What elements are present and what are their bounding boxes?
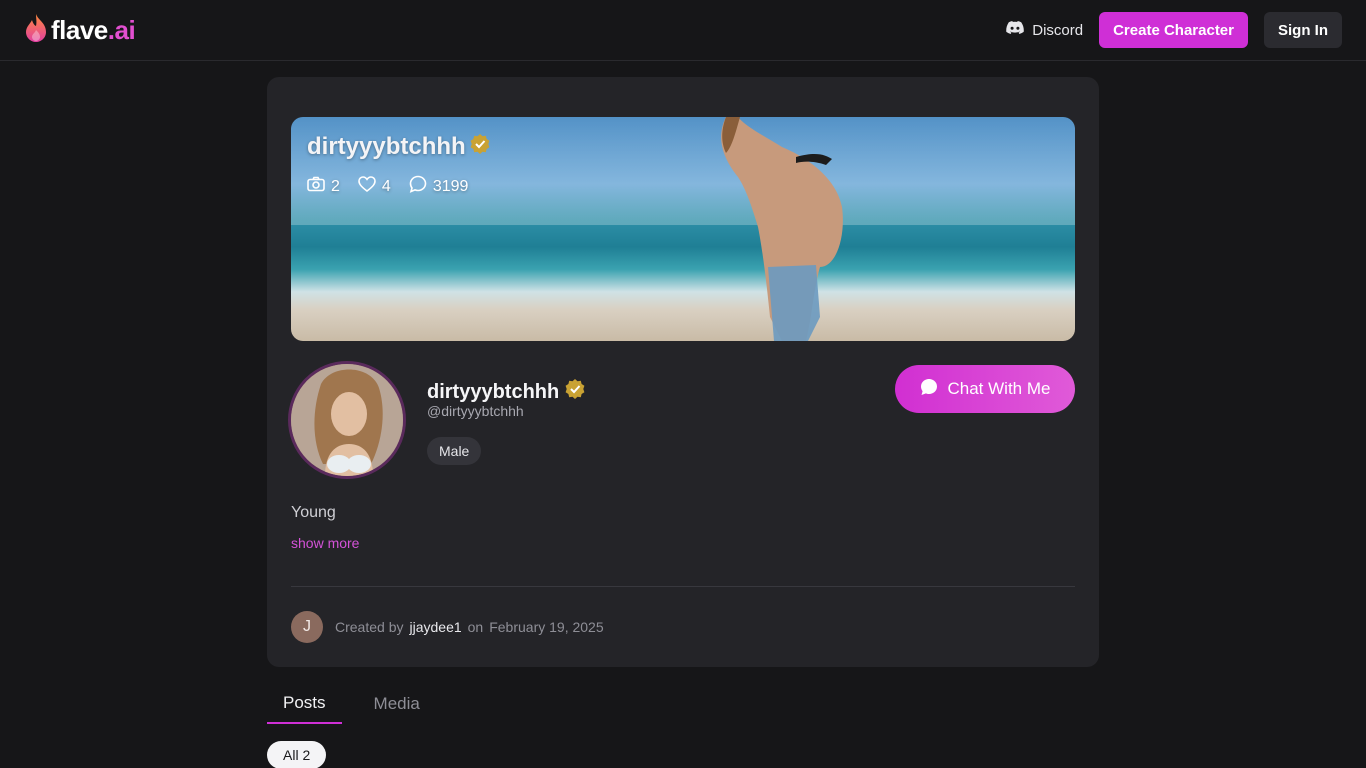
on-label: on bbox=[467, 619, 484, 635]
nav-actions: Discord Create Character Sign In bbox=[1006, 12, 1342, 48]
creator-info: J Created by jjaydee1 on February 19, 20… bbox=[291, 611, 604, 643]
gender-tag: Male bbox=[427, 437, 482, 465]
discord-label: Discord bbox=[1032, 21, 1084, 39]
flame-logo-icon bbox=[24, 13, 48, 48]
camera-icon bbox=[307, 176, 325, 197]
stat-chats: 3199 bbox=[409, 175, 468, 198]
profile-bio: Young bbox=[291, 504, 336, 521]
content-tabs: Posts Media bbox=[267, 684, 452, 724]
banner-figure-image bbox=[721, 117, 843, 341]
profile-banner: dirtyyybtchhh 2 4 3199 bbox=[291, 117, 1075, 341]
avatar-image bbox=[291, 364, 403, 476]
tab-posts[interactable]: Posts bbox=[267, 684, 342, 724]
show-more-link[interactable]: show more bbox=[291, 535, 359, 551]
chat-with-me-button[interactable]: Chat With Me bbox=[895, 365, 1075, 413]
heart-icon bbox=[358, 176, 376, 197]
stat-likes: 4 bbox=[358, 175, 391, 198]
profile-handle: @dirtyyybtchhh bbox=[427, 403, 524, 419]
discord-link[interactable]: Discord bbox=[1006, 21, 1083, 39]
chat-bubble-icon bbox=[920, 378, 938, 401]
banner-character-name: dirtyyybtchhh bbox=[307, 133, 490, 161]
chat-bubble-icon bbox=[409, 175, 427, 198]
creator-name-link[interactable]: jjaydee1 bbox=[409, 619, 461, 635]
profile-card: dirtyyybtchhh 2 4 3199 dirtyyybtchhh @di… bbox=[267, 77, 1099, 667]
sign-in-button[interactable]: Sign In bbox=[1264, 12, 1342, 48]
creator-avatar[interactable]: J bbox=[291, 611, 323, 643]
stat-photos: 2 bbox=[307, 175, 340, 198]
top-navbar: flave.ai Discord Create Character Sign I… bbox=[0, 0, 1366, 61]
profile-name: dirtyyybtchhh bbox=[427, 379, 585, 405]
card-divider bbox=[291, 586, 1075, 587]
banner-stats: 2 4 3199 bbox=[307, 175, 468, 198]
create-character-button[interactable]: Create Character bbox=[1099, 12, 1248, 48]
filter-all-chip[interactable]: All 2 bbox=[267, 741, 327, 768]
tab-media[interactable]: Media bbox=[358, 684, 436, 724]
verified-badge-icon bbox=[470, 133, 490, 161]
site-logo[interactable]: flave.ai bbox=[24, 13, 136, 48]
created-by-label: Created by bbox=[335, 619, 404, 635]
logo-wordmark: flave.ai bbox=[51, 14, 136, 45]
verified-badge-icon bbox=[565, 379, 585, 405]
discord-icon bbox=[1006, 21, 1025, 39]
created-date: February 19, 2025 bbox=[489, 619, 604, 635]
avatar[interactable] bbox=[288, 361, 406, 479]
